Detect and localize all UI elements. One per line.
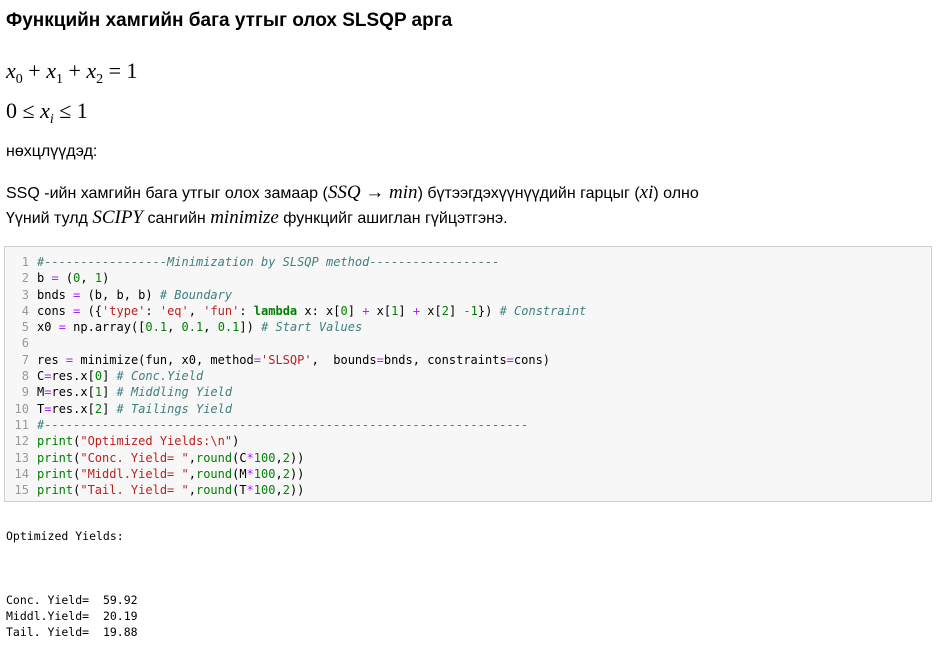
code-text[interactable]: #-----------------Minimization by SLSQP … <box>37 254 499 270</box>
line-number: 4 <box>21 303 29 318</box>
math-scipy: SCIPY <box>92 207 144 228</box>
code-text[interactable]: bnds = (b, b, b) # Boundary <box>37 287 232 303</box>
line-number: 3 <box>21 287 29 302</box>
markdown-heading: Функцийн хамгийн бага утгыг олох SLSQP а… <box>6 10 453 31</box>
code-line[interactable]: 1 #-----------------Minimization by SLSQP… <box>5 254 586 270</box>
code-text[interactable]: x0 = np.array([0.1, 0.1, 0.1]) # Start V… <box>37 319 362 335</box>
line-number: 13 <box>14 450 29 465</box>
code-cell[interactable]: 1 #-----------------Minimization by SLSQP… <box>4 246 932 502</box>
code-line[interactable]: 12 print("Optimized Yields:\n") <box>5 433 586 449</box>
line-number: 11 <box>14 417 29 432</box>
cell-output: Optimized Yields: Conc. Yield= 59.92 Midd… <box>6 512 138 656</box>
line-number: 5 <box>21 320 29 335</box>
output-row: Conc. Yield= 59.92 <box>6 592 138 608</box>
output-value: 19.88 <box>102 625 138 639</box>
code-line[interactable]: 5 x0 = np.array([0.1, 0.1, 0.1]) # Start … <box>5 319 586 335</box>
line-number: 10 <box>14 401 29 416</box>
line-number: 1 <box>21 255 29 269</box>
code-line[interactable]: 6 <box>5 335 586 351</box>
math-ssq-min: SSQ → min <box>327 182 418 203</box>
output-label: Middl.Yield= <box>6 609 103 623</box>
code-text[interactable]: res = minimize(fun, x0, method='SLSQP', … <box>37 352 550 368</box>
output-label: Tail. Yield= <box>6 625 103 639</box>
line-number: 6 <box>21 336 29 351</box>
code-text[interactable]: M=res.x[1] # Middling Yield <box>37 384 232 400</box>
code-line[interactable]: 4 cons = ({'type': 'eq', 'fun': lambda x:… <box>5 303 587 319</box>
code-line[interactable]: 10 T=res.x[2] # Tailings Yield <box>5 401 586 417</box>
code-line[interactable]: 8 C=res.x[0] # Conc.Yield <box>5 368 586 384</box>
code-line[interactable]: 13 print("Conc. Yield= ",round(C*100,2)) <box>5 450 586 466</box>
math-xi: xi <box>639 182 654 203</box>
code-line[interactable]: 2 b = (0, 1) <box>5 270 586 286</box>
code-text[interactable]: print("Optimized Yields:\n") <box>37 433 239 449</box>
code-line[interactable]: 14 print("Middl.Yield= ",round(M*100,2)) <box>5 466 586 482</box>
description-paragraph: SSQ -ийн хамгийн бага утгыг олох замаар … <box>6 181 936 231</box>
code-line[interactable]: 7 res = minimize(fun, x0, method='SLSQP',… <box>5 352 586 368</box>
code-text[interactable]: T=res.x[2] # Tailings Yield <box>37 401 232 417</box>
output-label: Conc. Yield= <box>6 593 103 607</box>
line-number: 12 <box>14 434 29 449</box>
code-text[interactable]: print("Conc. Yield= ",round(C*100,2)) <box>37 450 304 466</box>
line-number: 15 <box>14 483 29 498</box>
line-number: 14 <box>14 466 29 481</box>
description-line-2: Үүний тулд SCIPY сангийн minimize функци… <box>6 207 508 228</box>
code-text[interactable]: b = (0, 1) <box>37 270 109 286</box>
line-number: 8 <box>21 369 29 384</box>
line-number: 7 <box>21 352 29 367</box>
output-value: 59.92 <box>102 593 138 607</box>
code-text[interactable]: cons = ({'type': 'eq', 'fun': lambda x: … <box>37 303 586 319</box>
output-row: Middl.Yield= 20.19 <box>6 608 138 624</box>
code-line[interactable]: 3 bnds = (b, b, b) # Boundary <box>5 287 586 303</box>
condition-label: нөхцлүүдэд: <box>6 143 98 160</box>
line-number: 9 <box>21 385 29 400</box>
code-text[interactable]: print("Tail. Yield= ",round(T*100,2)) <box>37 482 304 498</box>
line-number: 2 <box>21 271 29 286</box>
code-editor[interactable]: 1 #-----------------Minimization by SLSQP… <box>5 254 587 498</box>
bound-constraint-equation: 0 ≤ xi ≤ 1 <box>6 98 88 127</box>
math-minimize: minimize <box>210 207 279 228</box>
code-text[interactable]: C=res.x[0] # Conc.Yield <box>37 368 203 384</box>
output-row: Tail. Yield= 19.88 <box>6 624 138 640</box>
output-title: Optimized Yields: <box>6 529 124 543</box>
code-text[interactable]: print("Middl.Yield= ",round(M*100,2)) <box>37 466 304 482</box>
code-line[interactable]: 9 M=res.x[1] # Middling Yield <box>5 384 586 400</box>
code-line[interactable]: 15 print("Tail. Yield= ",round(T*100,2)) <box>5 482 586 498</box>
code-line[interactable]: 11 #-------------------------------------… <box>5 417 586 433</box>
code-text[interactable]: #---------------------------------------… <box>37 417 528 433</box>
sum-constraint-equation: x0 + x1 + x2 = 1 <box>6 58 138 87</box>
description-line-1: SSQ -ийн хамгийн бага утгыг олох замаар … <box>6 182 699 203</box>
output-value: 20.19 <box>102 609 138 623</box>
